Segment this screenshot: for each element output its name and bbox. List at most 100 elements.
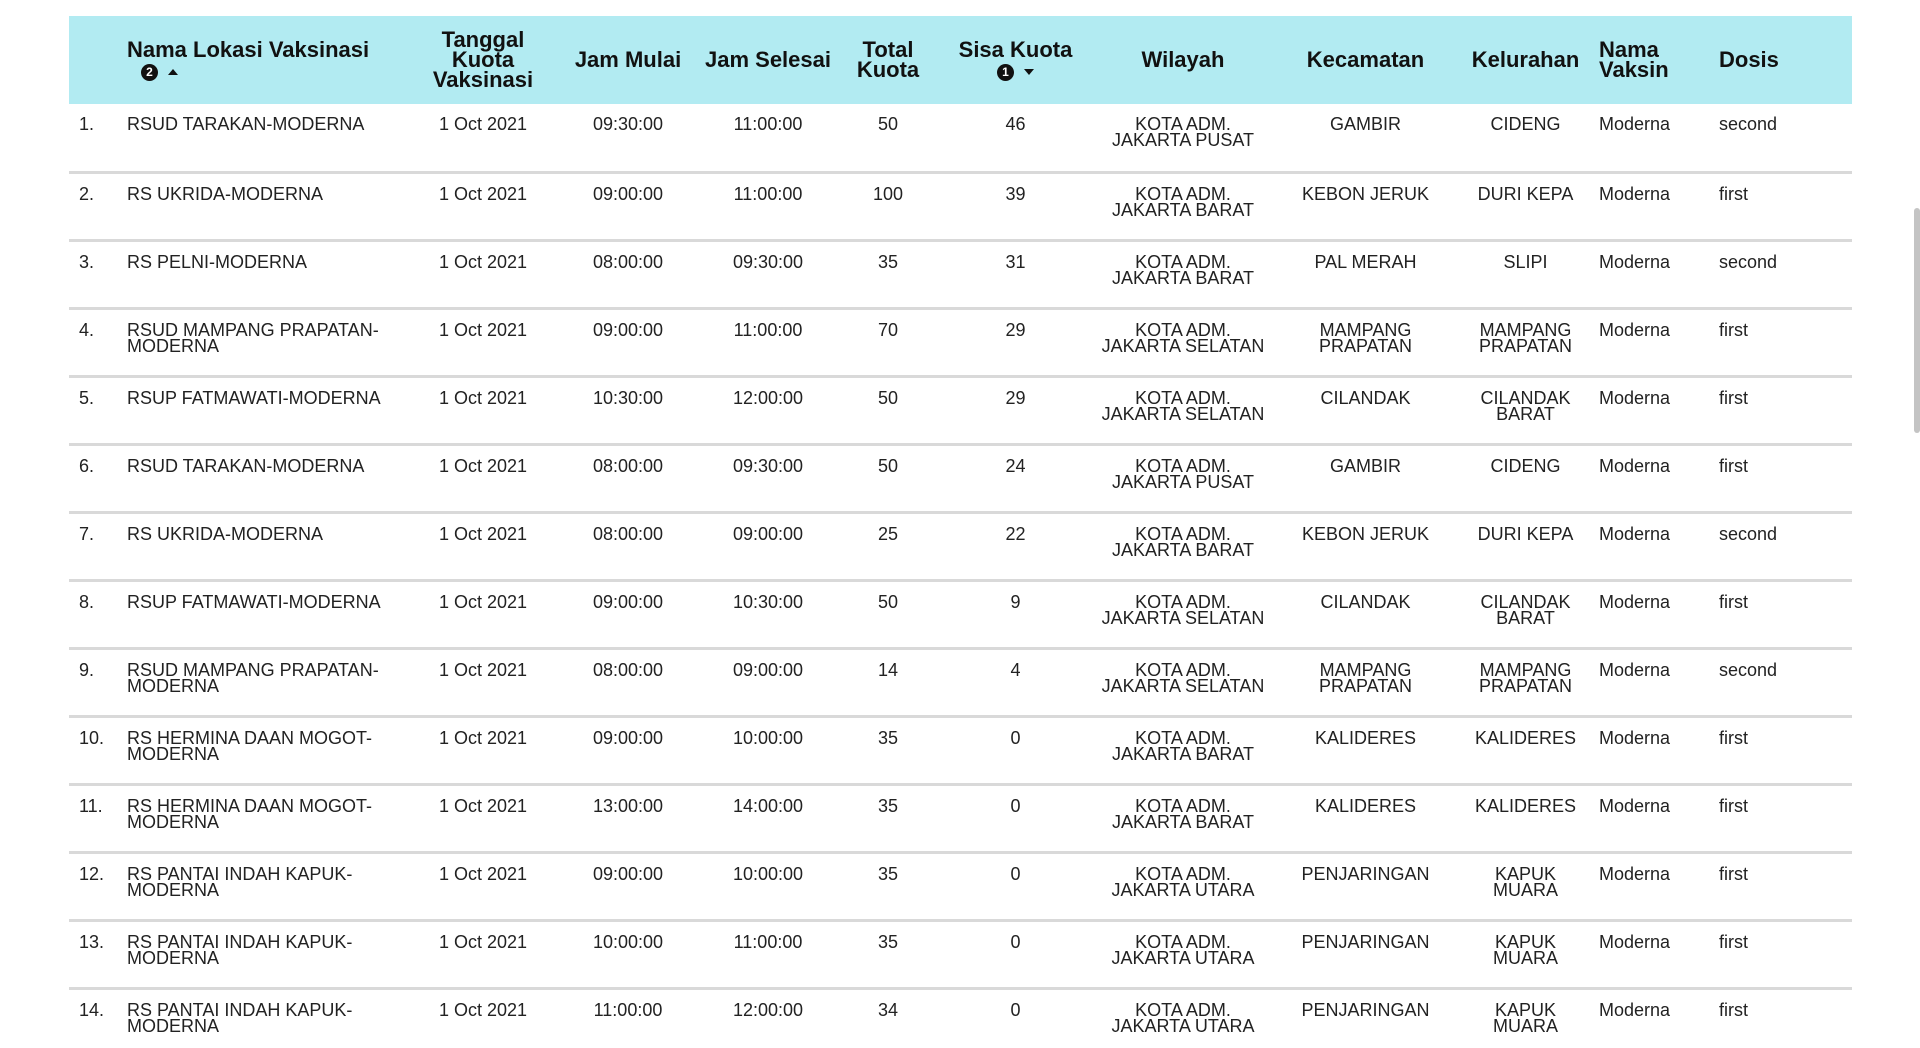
cell-sisa-kuota: 29 bbox=[1005, 319, 1026, 340]
cell-kelurahan: DURI KEPA bbox=[1477, 183, 1574, 204]
cell-wilayah: KOTA ADM. JAKARTA SELATAN bbox=[1101, 659, 1265, 696]
cell-row-number: 5. bbox=[79, 387, 95, 408]
cell-kecamatan: MAMPANG PRAPATAN bbox=[1318, 319, 1412, 356]
cell-tanggal: 1 Oct 2021 bbox=[438, 727, 528, 748]
header-nama-lokasi[interactable]: Nama Lokasi Vaksinasi 2 bbox=[121, 16, 408, 104]
cell-kecamatan: PENJARINGAN bbox=[1301, 999, 1430, 1020]
cell-dosis: second bbox=[1719, 114, 1778, 134]
cell-kecamatan: KEBON JERUK bbox=[1301, 183, 1430, 204]
cell-jam-selesai: 12:00:00 bbox=[732, 387, 804, 408]
cell-dosis: second bbox=[1719, 523, 1778, 544]
cell-row-number: 1. bbox=[79, 114, 95, 134]
table-row[interactable]: 10. RS HERMINA DAAN MOGOT-MODERNA 1 Oct 20… bbox=[69, 716, 1852, 784]
cell-jam-mulai: 10:30:00 bbox=[592, 387, 664, 408]
header-wilayah[interactable]: Wilayah bbox=[1093, 16, 1273, 104]
cell-kelurahan: CIDENG bbox=[1490, 455, 1561, 476]
cell-kecamatan: MAMPANG PRAPATAN bbox=[1318, 659, 1412, 696]
cell-wilayah: KOTA ADM. JAKARTA UTARA bbox=[1111, 931, 1255, 968]
cell-dosis: second bbox=[1719, 659, 1778, 680]
cell-jam-selesai: 11:00:00 bbox=[733, 183, 803, 204]
cell-jam-selesai: 10:30:00 bbox=[732, 591, 804, 612]
cell-nama-lokasi: RS PANTAI INDAH KAPUK-MODERNA bbox=[127, 999, 353, 1036]
cell-nama-lokasi: RS PANTAI INDAH KAPUK-MODERNA bbox=[127, 931, 353, 968]
table-row[interactable]: 9. RSUD MAMPANG PRAPATAN-MODERNA 1 Oct 202… bbox=[69, 648, 1852, 716]
cell-jam-selesai: 09:00:00 bbox=[732, 659, 804, 680]
cell-sisa-kuota: 0 bbox=[1010, 863, 1021, 884]
cell-row-number: 12. bbox=[79, 863, 105, 884]
cell-row-number: 10. bbox=[79, 727, 105, 748]
cell-kecamatan: KALIDERES bbox=[1314, 727, 1417, 748]
cell-kelurahan: MAMPANG PRAPATAN bbox=[1478, 659, 1572, 696]
cell-kelurahan: CILANDAK BARAT bbox=[1480, 387, 1571, 424]
table-row[interactable]: 3. RS PELNI-MODERNA 1 Oct 2021 08:00:00 09:3… bbox=[69, 240, 1852, 308]
cell-nama-vaksin: Moderna bbox=[1599, 727, 1671, 748]
cell-total-kuota: 35 bbox=[877, 931, 899, 952]
cell-dosis: second bbox=[1719, 251, 1778, 272]
cell-total-kuota: 50 bbox=[877, 591, 899, 612]
sort-ascending-icon bbox=[168, 69, 178, 75]
cell-jam-mulai: 09:00:00 bbox=[592, 727, 664, 748]
cell-sisa-kuota: 4 bbox=[1010, 659, 1021, 680]
cell-dosis: first bbox=[1719, 183, 1748, 204]
table-row[interactable]: 1. RSUD TARAKAN-MODERNA 1 Oct 2021 09:30:00… bbox=[69, 104, 1852, 172]
cell-kecamatan: PENJARINGAN bbox=[1301, 931, 1430, 952]
cell-dosis: first bbox=[1719, 727, 1748, 748]
cell-tanggal: 1 Oct 2021 bbox=[438, 999, 528, 1020]
cell-tanggal: 1 Oct 2021 bbox=[438, 251, 528, 272]
cell-wilayah: KOTA ADM. JAKARTA BARAT bbox=[1111, 795, 1255, 832]
cell-dosis: first bbox=[1719, 863, 1748, 884]
cell-dosis: first bbox=[1719, 591, 1748, 612]
cell-tanggal: 1 Oct 2021 bbox=[438, 523, 528, 544]
table-row[interactable]: 12. RS PANTAI INDAH KAPUK-MODERNA 1 Oct 20… bbox=[69, 852, 1852, 920]
header-row-number bbox=[69, 16, 121, 104]
cell-kelurahan: SLIPI bbox=[1503, 251, 1548, 272]
header-nama-vaksin[interactable]: Nama Vaksin bbox=[1593, 16, 1713, 104]
header-label: Nama Lokasi Vaksinasi bbox=[127, 36, 370, 62]
header-tanggal-kuota[interactable]: Tanggal Kuota Vaksinasi bbox=[408, 16, 558, 104]
cell-sisa-kuota: 0 bbox=[1010, 795, 1021, 816]
header-label: Kecamatan bbox=[1306, 47, 1425, 72]
cell-nama-vaksin: Moderna bbox=[1599, 863, 1671, 884]
table-row[interactable]: 2. RS UKRIDA-MODERNA 1 Oct 2021 09:00:00 11:… bbox=[69, 172, 1852, 240]
header-total-kuota[interactable]: Total Kuota bbox=[838, 16, 938, 104]
table-row[interactable]: 13. RS PANTAI INDAH KAPUK-MODERNA 1 Oct 20… bbox=[69, 920, 1852, 988]
cell-tanggal: 1 Oct 2021 bbox=[438, 387, 528, 408]
cell-nama-vaksin: Moderna bbox=[1599, 795, 1671, 816]
table-row[interactable]: 11. RS HERMINA DAAN MOGOT-MODERNA 1 Oct 20… bbox=[69, 784, 1852, 852]
cell-total-kuota: 14 bbox=[877, 659, 899, 680]
table-row[interactable]: 5. RSUP FATMAWATI-MODERNA 1 Oct 2021 10:30:… bbox=[69, 376, 1852, 444]
sort-indicator: 1 bbox=[944, 63, 1087, 81]
cell-sisa-kuota: 24 bbox=[1005, 455, 1026, 476]
cell-total-kuota: 100 bbox=[872, 183, 904, 204]
cell-total-kuota: 70 bbox=[877, 319, 899, 340]
cell-jam-mulai: 08:00:00 bbox=[592, 455, 664, 476]
cell-kecamatan: PAL MERAH bbox=[1314, 251, 1417, 272]
cell-tanggal: 1 Oct 2021 bbox=[438, 931, 528, 952]
table-row[interactable]: 7. RS UKRIDA-MODERNA 1 Oct 2021 08:00:00 09:… bbox=[69, 512, 1852, 580]
header-kelurahan[interactable]: Kelurahan bbox=[1458, 16, 1593, 104]
cell-row-number: 8. bbox=[79, 591, 95, 612]
header-jam-mulai[interactable]: Jam Mulai bbox=[558, 16, 698, 104]
header-jam-selesai[interactable]: Jam Selesai bbox=[698, 16, 838, 104]
header-dosis[interactable]: Dosis bbox=[1713, 16, 1852, 104]
table-row[interactable]: 6. RSUD TARAKAN-MODERNA 1 Oct 2021 08:00:00… bbox=[69, 444, 1852, 512]
cell-sisa-kuota: 46 bbox=[1005, 114, 1026, 134]
cell-nama-lokasi: RS PANTAI INDAH KAPUK-MODERNA bbox=[127, 863, 353, 900]
cell-tanggal: 1 Oct 2021 bbox=[438, 183, 528, 204]
table-row[interactable]: 4. RSUD MAMPANG PRAPATAN-MODERNA 1 Oct 202… bbox=[69, 308, 1852, 376]
cell-sisa-kuota: 39 bbox=[1005, 183, 1026, 204]
cell-sisa-kuota: 22 bbox=[1005, 523, 1026, 544]
cell-dosis: first bbox=[1719, 455, 1748, 476]
cell-kelurahan: KALIDERES bbox=[1474, 727, 1577, 748]
cell-row-number: 11. bbox=[79, 795, 103, 816]
cell-wilayah: KOTA ADM. JAKARTA PUSAT bbox=[1111, 114, 1255, 150]
table-row[interactable]: 14. RS PANTAI INDAH KAPUK-MODERNA 1 Oct 20… bbox=[69, 988, 1852, 1048]
header-label: Nama Vaksin bbox=[1599, 37, 1669, 82]
header-sisa-kuota[interactable]: Sisa Kuota 1 bbox=[938, 16, 1093, 104]
cell-dosis: first bbox=[1719, 931, 1748, 952]
header-kecamatan[interactable]: Kecamatan bbox=[1273, 16, 1458, 104]
cell-kelurahan: MAMPANG PRAPATAN bbox=[1478, 319, 1572, 356]
table-row[interactable]: 8. RSUP FATMAWATI-MODERNA 1 Oct 2021 09:00:… bbox=[69, 580, 1852, 648]
cell-total-kuota: 25 bbox=[877, 523, 899, 544]
vertical-scrollbar[interactable] bbox=[1914, 208, 1920, 433]
